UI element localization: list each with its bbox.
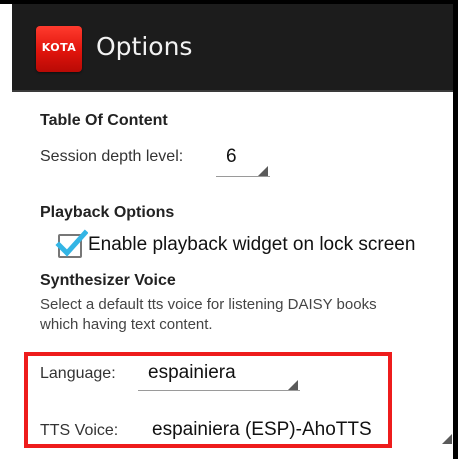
lock-widget-label: Enable playback widget on lock screen	[88, 234, 416, 255]
session-depth-underline	[216, 176, 270, 177]
logo-text: KOTA	[41, 41, 77, 54]
checkmark-icon	[55, 229, 88, 257]
page-title: Options	[96, 32, 193, 61]
kota-logo-icon[interactable]: KOTA	[36, 26, 82, 72]
toc-heading: Table Of Content	[40, 112, 168, 129]
synth-description-line1: Select a default tts voice for listening…	[40, 296, 377, 313]
lock-widget-checkbox[interactable]	[55, 229, 88, 258]
options-screen: KOTA Options Table Of Content Session de…	[0, 0, 458, 459]
tts-voice-dropdown-icon	[442, 434, 452, 444]
action-bar: KOTA Options	[12, 4, 453, 92]
session-depth-label: Session depth level:	[40, 148, 184, 165]
highlight-box	[24, 352, 392, 448]
playback-heading: Playback Options	[40, 204, 175, 221]
synth-description-line2: which having text content.	[40, 316, 213, 333]
spinner-dropdown-icon	[258, 166, 268, 176]
session-depth-value: 6	[226, 146, 237, 167]
synth-heading: Synthesizer Voice	[40, 272, 176, 289]
window-edge-right	[453, 0, 458, 459]
